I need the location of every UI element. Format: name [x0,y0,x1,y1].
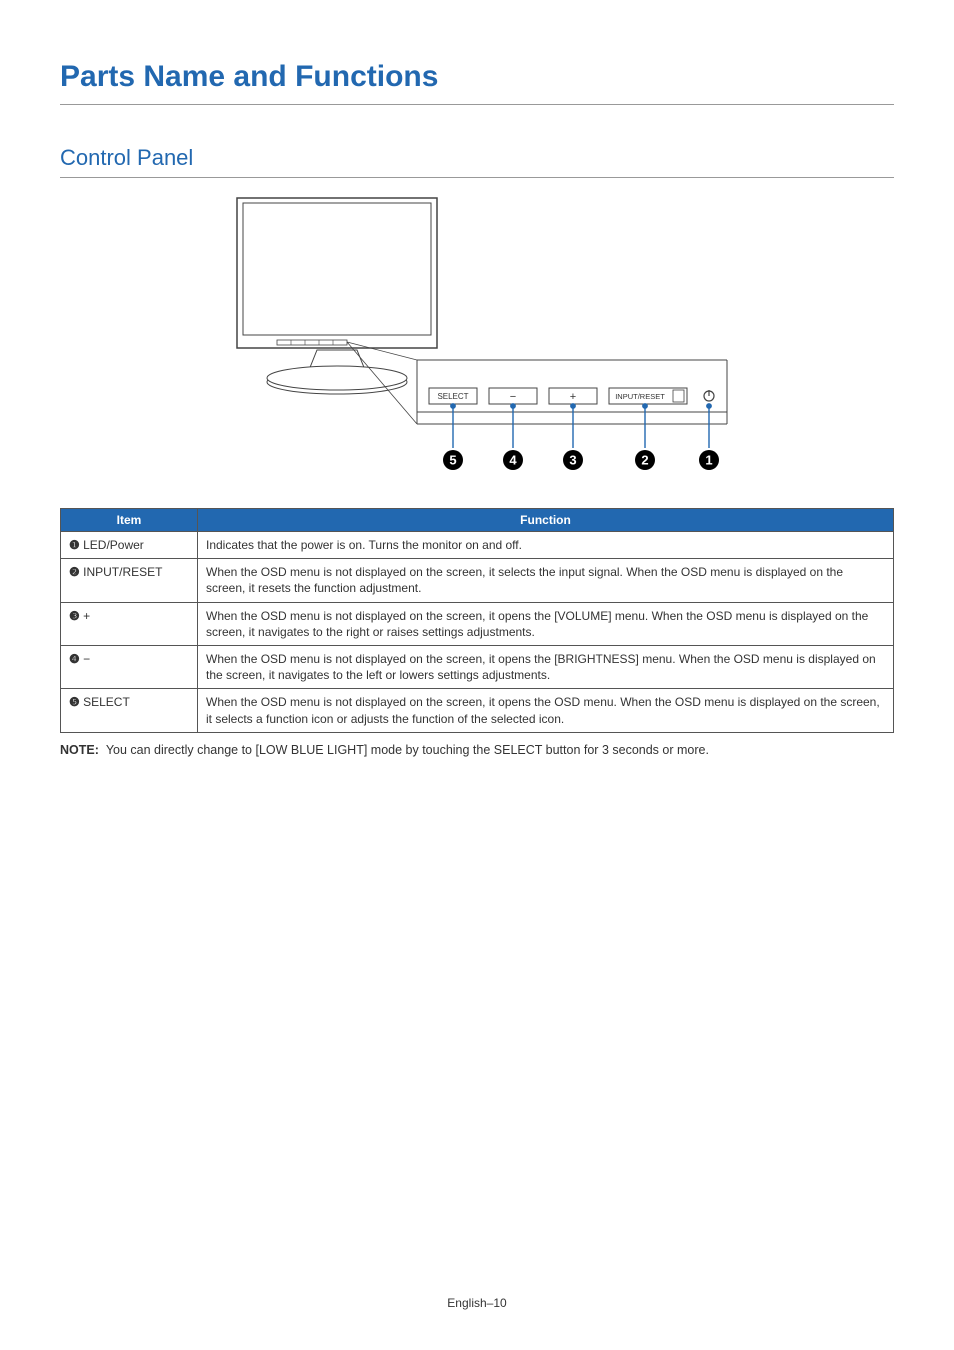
table-row: ❶ LED/Power Indicates that the power is … [61,532,894,559]
callout-5: 5 [449,453,456,468]
callout-4: 4 [509,453,517,468]
note-label: NOTE: [60,743,99,757]
table-header-function: Function [198,509,894,532]
note-text: You can directly change to [LOW BLUE LIG… [106,743,709,757]
note: NOTE: You can directly change to [LOW BL… [60,743,894,757]
row-num-icon: ❸ [69,608,80,624]
row-num-icon: ❹ [69,651,80,667]
table-row: ❹ − When the OSD menu is not displayed o… [61,645,894,688]
row-label: + [83,609,90,623]
table-row: ❸ + When the OSD menu is not displayed o… [61,602,894,645]
control-panel-diagram: SELECT − + INPUT/RESET 5 [60,190,894,490]
function-table: Item Function ❶ LED/Power Indicates that… [60,508,894,733]
row-num-icon: ❺ [69,694,80,710]
panel-minus-label: − [510,391,516,403]
row-function: When the OSD menu is not displayed on th… [198,559,894,602]
page-title: Parts Name and Functions [60,60,894,105]
panel-plus-label: + [570,391,576,403]
row-function: When the OSD menu is not displayed on th… [198,689,894,732]
row-num-icon: ❷ [69,564,80,580]
row-num-icon: ❶ [69,537,80,553]
callout-2: 2 [641,453,648,468]
row-function: When the OSD menu is not displayed on th… [198,602,894,645]
monitor-line-drawing: SELECT − + INPUT/RESET 5 [217,190,737,490]
callout-1: 1 [705,453,712,468]
row-label: LED/Power [83,538,144,552]
section-title: Control Panel [60,145,894,178]
table-row: ❺ SELECT When the OSD menu is not displa… [61,689,894,732]
table-row: ❷ INPUT/RESET When the OSD menu is not d… [61,559,894,602]
row-function: When the OSD menu is not displayed on th… [198,645,894,688]
row-label: INPUT/RESET [83,565,162,579]
row-label: − [83,652,90,666]
panel-input-reset-label: INPUT/RESET [615,392,665,401]
page-footer: English–10 [0,1296,954,1310]
table-header-item: Item [61,509,198,532]
callout-3: 3 [569,453,576,468]
row-function: Indicates that the power is on. Turns th… [198,532,894,559]
panel-select-label: SELECT [437,392,468,401]
row-label: SELECT [83,695,130,709]
